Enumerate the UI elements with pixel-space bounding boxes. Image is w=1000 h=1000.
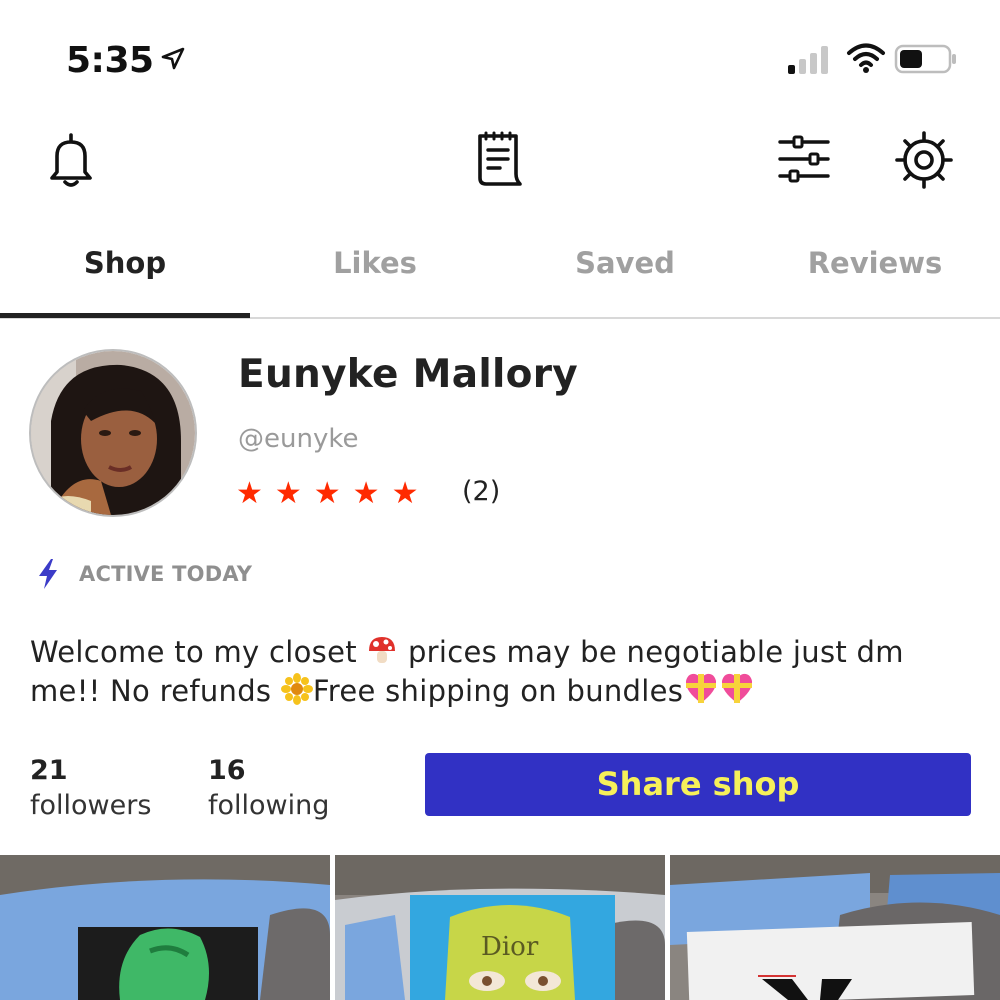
listing-thumbnail[interactable] <box>0 855 330 1000</box>
bio-text: Free shipping on bundles <box>312 674 684 708</box>
avatar[interactable] <box>29 349 197 517</box>
heart-with-ribbon-emoji-icon <box>722 673 753 703</box>
following-count[interactable]: 16 <box>208 755 246 786</box>
avatar-photo <box>31 351 195 515</box>
listing-thumbnail[interactable] <box>670 855 1000 1000</box>
rating-count[interactable]: (2) <box>462 476 500 507</box>
heart-with-ribbon-emoji-icon <box>686 673 717 703</box>
location-arrow-icon <box>161 47 185 70</box>
tab-saved[interactable]: Saved <box>500 246 750 318</box>
active-tab-indicator <box>0 313 250 318</box>
active-status: ACTIVE TODAY <box>79 562 253 586</box>
cellular-signal-icon <box>788 44 836 74</box>
profile-name: Eunyke Mallory <box>238 352 579 397</box>
status-time: 5:35 <box>66 40 154 81</box>
following-label[interactable]: following <box>208 790 329 821</box>
painting-thumbnail <box>0 855 330 1000</box>
listing-thumbnail[interactable]: Dior <box>335 855 665 1000</box>
mushroom-emoji-icon <box>369 637 396 663</box>
tab-shop[interactable]: Shop <box>0 246 250 318</box>
sunflower-emoji-icon <box>280 673 313 705</box>
rating-stars[interactable]: ★★★★★ <box>236 476 430 511</box>
bio-text: Welcome to my closet <box>30 635 367 669</box>
dior-text: Dior <box>481 932 539 962</box>
battery-icon <box>894 44 956 74</box>
tab-likes[interactable]: Likes <box>250 246 500 318</box>
profile-handle: @eunyke <box>238 424 359 454</box>
receipt-icon[interactable] <box>470 128 530 190</box>
gear-icon[interactable] <box>892 128 956 192</box>
share-shop-button[interactable]: Share shop <box>425 753 971 816</box>
tab-reviews[interactable]: Reviews <box>750 246 1000 318</box>
painting-thumbnail: Dior <box>335 855 665 1000</box>
followers-count[interactable]: 21 <box>30 755 68 786</box>
profile-bio: Welcome to my closet prices may be negot… <box>30 633 980 710</box>
bell-icon[interactable] <box>42 130 100 192</box>
painting-thumbnail <box>670 855 1000 1000</box>
followers-label[interactable]: followers <box>30 790 151 821</box>
wifi-icon <box>847 43 885 73</box>
lightning-bolt-icon <box>39 559 57 589</box>
filter-sliders-icon[interactable] <box>774 130 834 188</box>
